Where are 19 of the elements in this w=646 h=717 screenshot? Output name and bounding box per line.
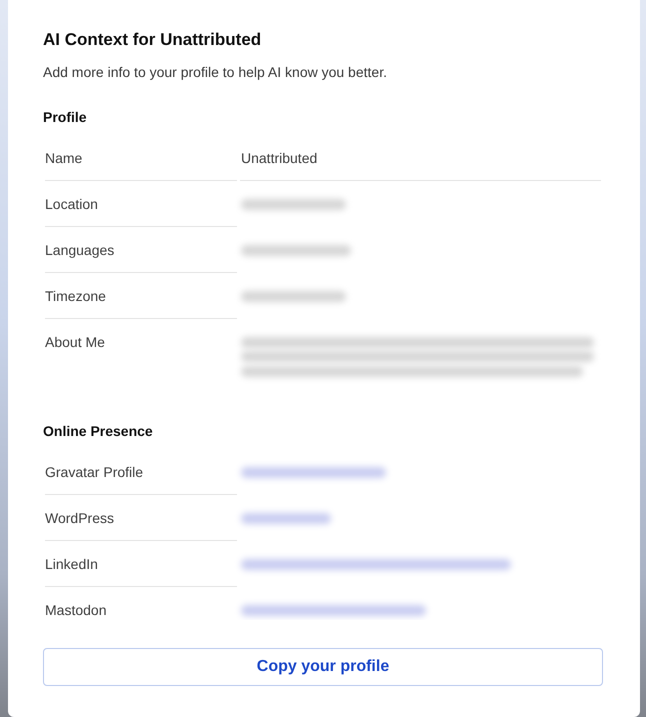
blurred-link[interactable]	[241, 604, 426, 616]
dialog-subtitle: Add more info to your profile to help AI know you better.	[43, 63, 387, 82]
field-label: Languages	[45, 241, 114, 259]
field-label: Mastodon	[45, 601, 106, 619]
section-heading: Online Presence	[43, 422, 153, 441]
blurred-link[interactable]	[241, 466, 386, 478]
field-label: About Me	[45, 333, 105, 351]
copy-profile-button[interactable]: Copy your profile	[43, 648, 603, 686]
section-heading: Profile	[43, 108, 87, 127]
field-label: WordPress	[45, 509, 114, 527]
field-label: Timezone	[45, 287, 106, 305]
field-label: Location	[45, 195, 98, 213]
dialog-title: AI Context for Unattributed	[43, 29, 262, 51]
field-value: Unattributed	[241, 149, 318, 167]
blurred-link[interactable]	[241, 558, 511, 570]
field-label: Name	[45, 149, 82, 167]
field-label: LinkedIn	[45, 555, 98, 573]
blurred-link[interactable]	[241, 512, 331, 524]
field-label: Gravatar Profile	[45, 463, 144, 481]
